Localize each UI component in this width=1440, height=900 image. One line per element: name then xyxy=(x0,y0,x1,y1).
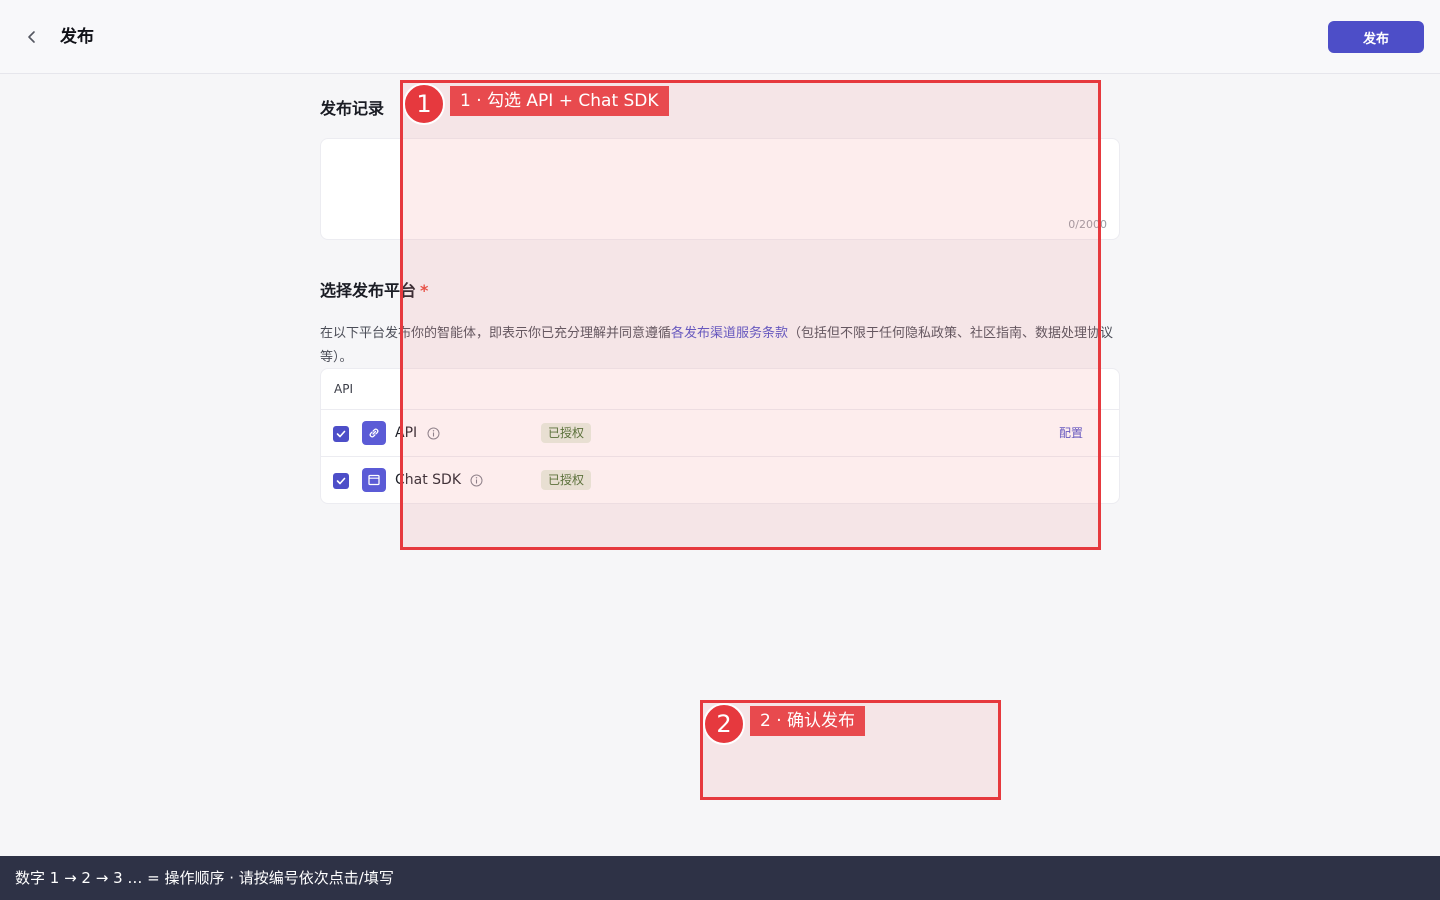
publish-button[interactable]: 发布 xyxy=(1328,21,1424,53)
api-checkbox[interactable] xyxy=(333,426,349,442)
header: 发布 发布 xyxy=(0,0,1440,74)
record-title: 发布记录 xyxy=(320,99,385,118)
instruction-bar: 数字 1 → 2 → 3 … = 操作顺序 · 请按编号依次点击/填写 xyxy=(0,856,1440,900)
annotation-number-2: 2 xyxy=(703,703,745,745)
back-button[interactable] xyxy=(20,25,44,49)
page-title: 发布 xyxy=(60,27,94,47)
link-icon xyxy=(362,421,386,445)
window-icon xyxy=(362,468,386,492)
annotation-label-2: 2 · 确认发布 xyxy=(750,706,866,736)
check-icon xyxy=(336,430,346,438)
annotation-box-1 xyxy=(400,80,1101,550)
check-icon xyxy=(336,477,346,485)
chevron-left-icon xyxy=(28,31,35,43)
annotation-number-1: 1 xyxy=(403,83,445,125)
annotation-label-1: 1 · 勾选 API + Chat SDK xyxy=(450,86,669,116)
chat-sdk-checkbox[interactable] xyxy=(333,473,349,489)
